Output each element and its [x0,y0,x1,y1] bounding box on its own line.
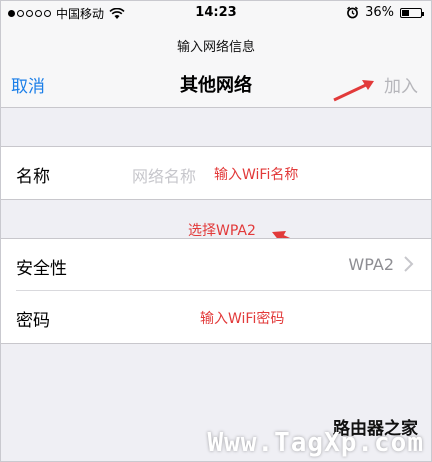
name-section: 名称 网络名称 输入WiFi名称 [0,146,432,200]
nav-prompt: 输入网络信息 [176,40,255,55]
security-row[interactable]: 安全性 WPA2 [0,239,432,291]
security-value: WPA2 [348,255,394,274]
security-section: 安全性 WPA2 密码 输入WiFi密码 [0,238,432,344]
enter-password-annotation: 输入WiFi密码 [200,311,285,327]
password-row: 密码 输入WiFi密码 [0,291,432,343]
enter-name-annotation: 输入WiFi名称 [214,167,299,183]
choose-wpa2-annotation: 选择WPA2 [188,223,256,239]
name-label: 名称 [16,167,50,187]
status-bar: 中国移动 14:23 36% [0,0,432,26]
watermark-url: Www.TagXp.com [207,428,424,458]
network-name-input[interactable]: 网络名称 [132,163,196,187]
password-label: 密码 [16,311,50,331]
status-right: 36% [346,5,424,20]
security-label: 安全性 [16,259,67,279]
battery-percent: 36% [365,5,394,20]
name-row: 名称 网络名称 输入WiFi名称 [0,147,432,199]
alarm-icon [347,6,359,19]
battery-icon [400,7,424,18]
join-button[interactable]: 加入 [384,72,418,97]
chevron-right-icon [404,256,414,272]
arrow-to-join-annotation [333,80,374,102]
